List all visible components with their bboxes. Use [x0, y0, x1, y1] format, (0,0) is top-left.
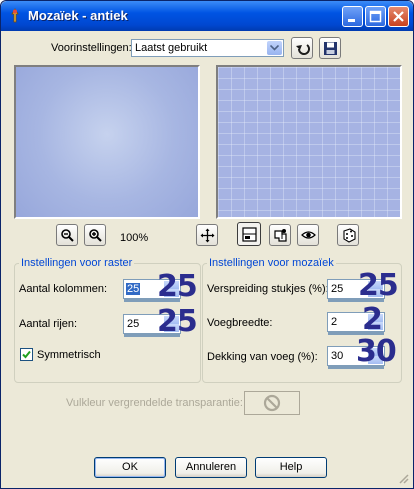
hand-pointer-icon [274, 229, 287, 242]
preview-result[interactable] [216, 65, 402, 219]
close-button[interactable] [388, 6, 409, 27]
title-bar[interactable]: Mozaïek - antiek [1, 1, 413, 31]
rows-label: Aantal rijen: [19, 318, 77, 330]
save-preset-button[interactable] [319, 37, 341, 59]
close-icon [393, 11, 404, 22]
spread-callout: 25 [358, 268, 399, 303]
dice-icon [343, 228, 356, 243]
toggle-preview-button[interactable] [237, 222, 261, 246]
grout-coverage-label: Dekking van voeg (%): [207, 351, 318, 363]
symmetric-label[interactable]: Symmetrisch [37, 349, 101, 361]
mosaic-settings-legend: Instellingen voor mozaïek [207, 257, 336, 269]
zoom-out-button[interactable] [56, 224, 78, 246]
rows-value[interactable]: 25 [127, 318, 139, 330]
undo-arrow-icon [296, 44, 310, 55]
spread-label: Verspreiding stukjes (%): [207, 283, 329, 295]
grout-coverage-value[interactable]: 30 [331, 350, 343, 362]
cancel-button[interactable]: Annuleren [175, 457, 247, 478]
minimize-button[interactable] [342, 6, 363, 27]
auto-proof-button[interactable] [297, 224, 319, 246]
no-color-icon [263, 394, 281, 412]
symmetric-checkbox[interactable] [20, 348, 33, 361]
grout-width-value[interactable]: 2 [331, 316, 337, 328]
chevron-down-icon[interactable] [267, 41, 282, 55]
pan-button[interactable] [196, 224, 218, 246]
zoom-level: 100% [120, 232, 149, 244]
raster-settings-legend: Instellingen voor raster [19, 257, 135, 269]
columns-label: Aantal kolommen: [19, 283, 108, 295]
minimize-icon [348, 19, 355, 22]
dialog-client-area: Voorinstellingen: Laatst gebruikt 100% I… [4, 31, 410, 485]
presets-value: Laatst gebruikt [135, 42, 208, 54]
preview-window-icon [242, 227, 257, 242]
app-icon [11, 8, 19, 23]
grout-width-callout: 2 [362, 302, 383, 337]
eye-icon [301, 231, 316, 239]
transparency-fill-color-swatch[interactable] [244, 391, 300, 415]
presets-dropdown[interactable]: Laatst gebruikt [131, 39, 284, 57]
ok-button[interactable]: OK [94, 457, 166, 478]
move-arrows-icon [200, 228, 215, 243]
spread-value[interactable]: 25 [331, 283, 343, 295]
maximize-button[interactable] [365, 6, 386, 27]
window-title: Mozaïek - antiek [28, 8, 128, 23]
proof-button[interactable] [269, 224, 291, 246]
dialog-window: Mozaïek - antiek Voorinstellingen: Laats… [0, 0, 414, 489]
preview-original[interactable] [14, 65, 200, 219]
help-button[interactable]: Help [255, 457, 327, 478]
reset-preset-button[interactable] [291, 37, 313, 59]
transparency-fill-label: Vulkleur vergrendelde transparantie: [66, 397, 243, 409]
rows-label-text: Aantal rijen: [19, 318, 78, 330]
resize-grip-icon[interactable] [397, 472, 409, 484]
maximize-icon [369, 10, 382, 23]
zoom-in-button[interactable] [84, 224, 106, 246]
presets-label: Voorinstellingen: [51, 42, 132, 54]
rows-callout: 25 [157, 304, 198, 339]
zoom-out-icon [61, 229, 74, 242]
randomize-button[interactable] [337, 224, 359, 246]
columns-callout: 25 [157, 269, 198, 304]
grout-width-label: Voegbreedte: [207, 317, 273, 329]
zoom-in-icon [89, 229, 102, 242]
checkmark-icon [22, 350, 31, 359]
columns-value[interactable]: 25 [126, 283, 141, 295]
grout-coverage-callout: 30 [356, 334, 397, 369]
save-disk-icon [324, 42, 337, 55]
